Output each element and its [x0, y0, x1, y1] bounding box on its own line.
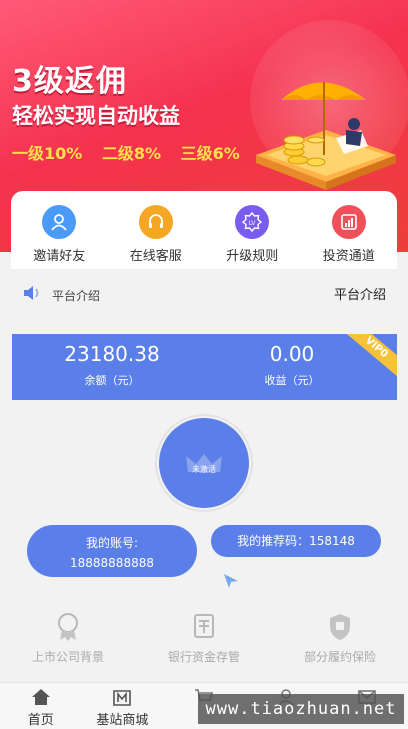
banner-level-3: 三级6% [180, 144, 240, 163]
income-column: 0.00 收益（元） [202, 342, 382, 388]
certificate-icon [58, 613, 78, 641]
balance-value: 23180.38 [64, 342, 160, 366]
money-stack-icon [194, 614, 214, 638]
notice-bar: 平台介绍 平台介绍 [0, 270, 408, 318]
tab-store[interactable]: 基站商城 [82, 683, 164, 729]
banner-level-2: 二级8% [101, 144, 162, 163]
user-icon [42, 205, 77, 239]
feature-insurance: 部分履约保险 [272, 612, 408, 672]
feature-label: 部分履约保险 [303, 650, 376, 664]
quick-label: 在线客服 [129, 249, 182, 264]
notice-text[interactable]: 平台介绍 [52, 287, 100, 304]
svg-text:LV: LV [249, 220, 257, 227]
balance-label: 余额（元） [84, 374, 140, 387]
avatar-status: 未激活 [192, 464, 216, 474]
banner-level-1: 一级10% [12, 144, 83, 163]
level-badge-icon: LV [235, 205, 270, 239]
tab-label: 基站商城 [96, 713, 149, 728]
feature-listed-company: 上市公司背景 [0, 612, 136, 672]
headset-icon [138, 205, 173, 239]
feature-bank-custody: 银行资金存管 [136, 612, 272, 672]
umbrella-money-illustration [256, 82, 396, 190]
site-watermark: www.tiaozhuan.net [198, 694, 404, 724]
referral-code-text: 我的推荐码：158148 [237, 534, 355, 548]
account-label: 我的账号: [85, 536, 139, 550]
quick-investment-channel[interactable]: 投资通道 [301, 191, 398, 269]
quick-label: 升级规则 [226, 249, 279, 264]
avatar-ring: 未激活 [155, 414, 253, 512]
quick-invite-friends[interactable]: 邀请好友 [11, 191, 108, 269]
quick-online-support[interactable]: 在线客服 [108, 191, 205, 269]
speaker-icon [24, 286, 39, 300]
balance-panel: 23180.38 余额（元） 0.00 收益（元） VIP0 [12, 334, 397, 400]
home-icon [31, 689, 50, 705]
feature-label: 银行资金存管 [167, 650, 240, 664]
income-label: 收益（元） [264, 374, 320, 387]
pointer-arrow-icon [224, 574, 238, 588]
quick-label: 邀请好友 [33, 249, 86, 264]
referral-code-pill[interactable]: 我的推荐码：158148 [211, 525, 381, 557]
feature-label: 上市公司背景 [31, 650, 104, 664]
quick-upgrade-rules[interactable]: LV 升级规则 [204, 191, 301, 269]
tab-home[interactable]: 首页 [0, 683, 82, 729]
platform-intro-link[interactable]: 平台介绍 [334, 284, 386, 303]
feature-badges: 上市公司背景 银行资金存管 部分履约保险 [0, 612, 408, 672]
banner-levels: 一级10% 二级8% 三级6% [12, 140, 254, 164]
quick-actions: 邀请好友 在线客服 LV 升级规则 投资通道 [11, 191, 397, 269]
banner-subtitle: 轻松实现自动收益 [12, 104, 180, 128]
store-icon [113, 690, 132, 706]
avatar[interactable]: 未激活 [159, 418, 249, 508]
shield-icon [330, 614, 350, 640]
income-value: 0.00 [269, 342, 315, 366]
chart-icon [331, 205, 366, 239]
tab-label: 首页 [27, 713, 54, 728]
account-pill[interactable]: 我的账号: 18888888888 [27, 525, 197, 577]
banner-title: 3级返佣 [12, 64, 127, 99]
quick-label: 投资通道 [322, 249, 375, 264]
account-number: 18888888888 [70, 556, 154, 570]
balance-column: 23180.38 余额（元） [22, 342, 202, 388]
